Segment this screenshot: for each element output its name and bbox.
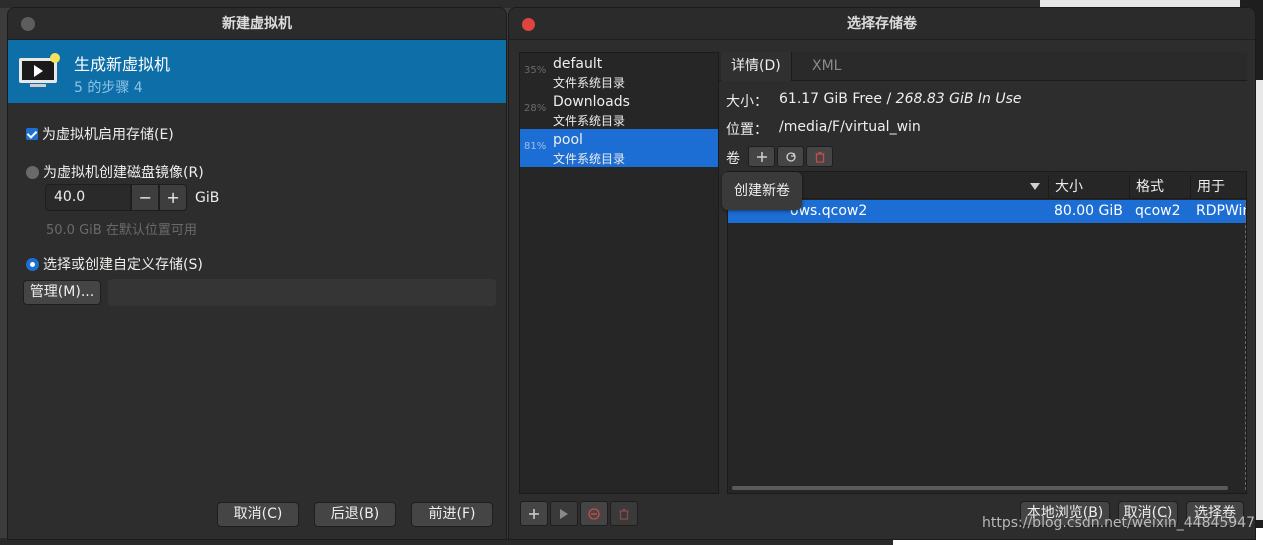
table-header: 大小 格式 用于 (728, 175, 1246, 199)
size-value: 61.17 GiB Free / 268.83 GiB In Use (779, 91, 1022, 107)
create-disk-radio[interactable] (26, 165, 39, 179)
titlebar: 选择存储卷 (509, 8, 1255, 40)
horizontal-scrollbar[interactable] (732, 486, 1228, 490)
tab-xml[interactable]: XML (802, 52, 851, 81)
pool-type: 文件系统目录 (553, 152, 626, 166)
create-disk-label: 为虚拟机创建磁盘镜像(R) (43, 165, 204, 181)
custom-storage-label: 选择或创建自定义存储(S) (43, 257, 203, 273)
enable-storage-checkbox[interactable] (26, 128, 38, 140)
disk-unit-label: GiB (195, 190, 220, 206)
refresh-volume-button[interactable] (777, 146, 804, 167)
play-icon (560, 508, 568, 519)
trash-icon (815, 151, 824, 163)
stop-icon (588, 507, 600, 520)
enable-storage-option[interactable]: 为虚拟机启用存储(E) (26, 124, 174, 144)
wizard-title: 生成新虚拟机 (74, 55, 171, 74)
size-free: 61.17 GiB Free / (779, 91, 896, 107)
monitor-icon (19, 53, 60, 87)
choose-volume-window: 选择存储卷 35% default 文件系统目录 28% Downloads 文… (508, 7, 1256, 540)
pool-name: default (553, 56, 603, 72)
increment-button[interactable]: + (159, 184, 187, 211)
background-window-edge (1256, 80, 1263, 520)
column-size[interactable]: 大小 (1048, 175, 1129, 199)
close-icon[interactable] (21, 17, 35, 31)
plus-icon (529, 508, 539, 519)
start-pool-button[interactable] (550, 501, 578, 526)
enable-storage-label: 为虚拟机启用存储(E) (42, 127, 174, 143)
plus-icon (756, 151, 767, 162)
custom-storage-radio[interactable] (26, 257, 39, 271)
pool-usage: 35% (524, 65, 547, 76)
refresh-icon (785, 151, 796, 162)
volume-table: 大小 格式 用于 ows.qcow2 80.00 GiB qcow2 RDPWi… (727, 171, 1247, 494)
manage-button[interactable]: 管理(M)... (23, 280, 101, 305)
location-label: 位置： (726, 122, 768, 138)
detail-tabs: 详情(D) XML (719, 52, 1247, 81)
cancel-button[interactable]: 取消(C) (217, 502, 299, 527)
custom-storage-option[interactable]: 选择或创建自定义存储(S) (26, 254, 203, 274)
volumes-label: 卷 (726, 151, 740, 167)
pool-toolbar (520, 501, 638, 526)
trash-icon (619, 508, 629, 520)
watermark: https://blog.csdn.net/weixin_44845947 (982, 515, 1256, 531)
vertical-scrollbar[interactable] (1245, 200, 1246, 490)
volume-toolbar (748, 146, 833, 167)
table-row[interactable]: ows.qcow2 80.00 GiB qcow2 RDPWin (728, 200, 1246, 223)
size-label: 大小： (726, 94, 768, 110)
storage-pool-list: 35% default 文件系统目录 28% Downloads 文件系统目录 … (519, 52, 719, 494)
window-title: 新建虚拟机 (222, 16, 292, 32)
close-icon[interactable] (522, 18, 535, 31)
pool-usage: 28% (524, 103, 547, 114)
disk-size-stepper[interactable]: 40.0 − + (45, 184, 187, 211)
column-format[interactable]: 格式 (1129, 175, 1190, 199)
new-vm-window: 新建虚拟机 生成新虚拟机 5 的步骤 4 为虚拟机启用存储(E) 为虚拟机创建磁… (7, 7, 507, 540)
forward-button[interactable]: 前进(F) (411, 502, 493, 527)
volume-used-by: RDPWin (1196, 203, 1246, 219)
stop-pool-button[interactable] (580, 501, 608, 526)
back-button[interactable]: 后退(B) (314, 502, 396, 527)
decrement-button[interactable]: − (131, 184, 160, 211)
delete-volume-button[interactable] (806, 146, 833, 167)
pool-usage: 81% (524, 141, 547, 152)
storage-path-input[interactable] (108, 279, 496, 306)
pool-name: Downloads (553, 94, 630, 110)
location-value: /media/F/virtual_win (779, 119, 921, 135)
volume-size: 80.00 GiB (1054, 203, 1123, 219)
pool-type: 文件系统目录 (553, 76, 626, 90)
column-used-by[interactable]: 用于 (1190, 175, 1246, 199)
tab-details[interactable]: 详情(D) (721, 52, 792, 81)
wizard-header: 生成新虚拟机 5 的步骤 4 (8, 40, 506, 103)
pool-name: pool (553, 132, 583, 148)
pool-item-downloads[interactable]: 28% Downloads 文件系统目录 (520, 91, 718, 129)
pool-type: 文件系统目录 (553, 114, 626, 128)
add-pool-button[interactable] (520, 501, 548, 526)
create-disk-option[interactable]: 为虚拟机创建磁盘镜像(R) (26, 162, 204, 182)
create-volume-tooltip: 创建新卷 (722, 172, 802, 210)
disk-size-input[interactable]: 40.0 (45, 184, 132, 211)
window-title: 选择存储卷 (847, 16, 917, 32)
pool-item-pool[interactable]: 81% pool 文件系统目录 (520, 129, 718, 167)
delete-pool-button[interactable] (610, 501, 638, 526)
sort-down-icon (1030, 183, 1040, 190)
available-space-note: 50.0 GiB 在默认位置可用 (46, 223, 197, 238)
size-in-use: 268.83 GiB In Use (895, 91, 1022, 107)
pool-item-default[interactable]: 35% default 文件系统目录 (520, 53, 718, 91)
volume-format: qcow2 (1135, 203, 1181, 219)
add-volume-button[interactable] (748, 146, 775, 167)
titlebar: 新建虚拟机 (8, 8, 506, 40)
wizard-step: 5 的步骤 4 (74, 80, 143, 96)
